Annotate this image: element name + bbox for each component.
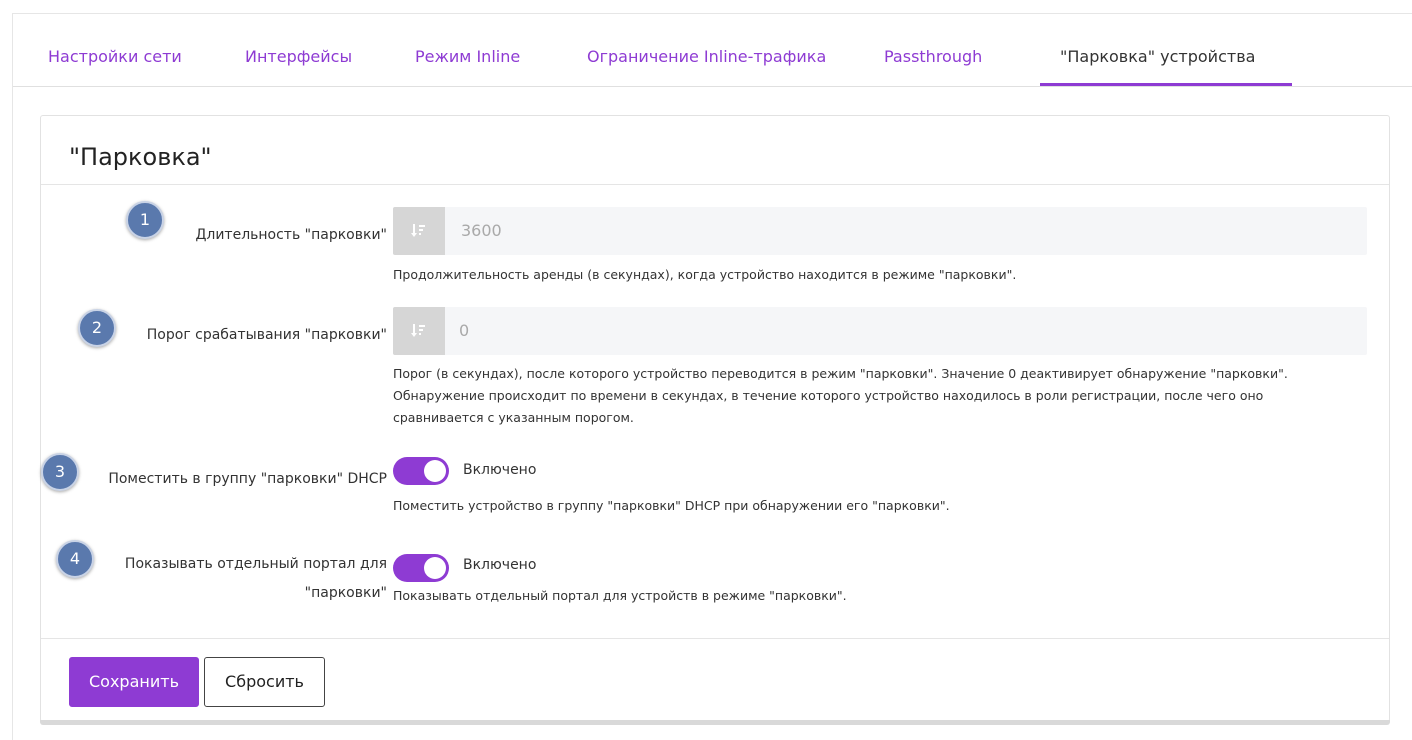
portal-label-line-1: Показывать отдельный портал для	[124, 556, 387, 572]
sort-numeric-icon	[393, 307, 445, 355]
active-tab-indicator	[1040, 83, 1292, 86]
parking-panel: "Парковка" 1 Длительность "парковки" 360…	[40, 115, 1390, 722]
page: Настройки сети Интерфейсы Режим Inline О…	[0, 0, 1412, 740]
callout-badge-4: 4	[56, 540, 94, 578]
threshold-input[interactable]: 0	[393, 307, 1367, 355]
panel-header-divider	[41, 184, 1389, 185]
tab-device-parking[interactable]: "Парковка" устройства	[1060, 47, 1255, 67]
tab-bar: Настройки сети Интерфейсы Режим Inline О…	[13, 14, 1412, 87]
threshold-label: Порог срабатывания "парковки"	[146, 327, 387, 343]
sort-numeric-icon	[393, 207, 445, 255]
callout-badge-2: 2	[78, 309, 116, 347]
tab-inline-traffic-limit[interactable]: Ограничение Inline-трафика	[587, 47, 826, 67]
dhcp-group-label: Поместить в группу "парковки" DHCP	[108, 471, 387, 487]
dhcp-group-toggle[interactable]	[393, 457, 449, 485]
portal-toggle[interactable]	[393, 554, 449, 582]
panel-title: "Парковка"	[69, 143, 212, 171]
portal-help: Показывать отдельный портал для устройст…	[393, 588, 847, 603]
dhcp-group-toggle-label: Включено	[463, 462, 537, 478]
save-button[interactable]: Сохранить	[69, 657, 199, 707]
threshold-help-line-1: Порог (в секундах), после которого устро…	[393, 366, 1288, 381]
duration-value: 3600	[461, 221, 502, 240]
threshold-help-line-2: Обнаружение происходит по времени в секу…	[393, 388, 1264, 403]
duration-help: Продолжительность аренды (в секундах), к…	[393, 267, 1017, 282]
portal-toggle-label: Включено	[463, 557, 537, 573]
callout-badge-1: 1	[126, 201, 164, 239]
toggle-knob	[424, 557, 446, 579]
dhcp-group-help: Поместить устройство в группу "парковки"…	[393, 498, 950, 513]
tab-network-settings[interactable]: Настройки сети	[48, 47, 182, 67]
portal-label-line-2: "парковки"	[304, 585, 387, 601]
panel-bottom-edge	[40, 720, 1390, 725]
toggle-knob	[424, 460, 446, 482]
frame-left-border	[12, 13, 13, 740]
threshold-value: 0	[459, 321, 470, 340]
tab-interfaces[interactable]: Интерфейсы	[245, 47, 352, 67]
duration-input[interactable]: 3600	[393, 207, 1367, 255]
panel-footer-divider	[41, 638, 1389, 639]
tab-inline-mode[interactable]: Режим Inline	[415, 47, 520, 67]
duration-label: Длительность "парковки"	[195, 227, 387, 243]
callout-badge-3: 3	[41, 453, 79, 491]
reset-button[interactable]: Сбросить	[204, 657, 325, 707]
tab-passthrough[interactable]: Passthrough	[884, 47, 982, 67]
threshold-help-line-3: сравнивается с указанным порогом.	[393, 410, 634, 425]
